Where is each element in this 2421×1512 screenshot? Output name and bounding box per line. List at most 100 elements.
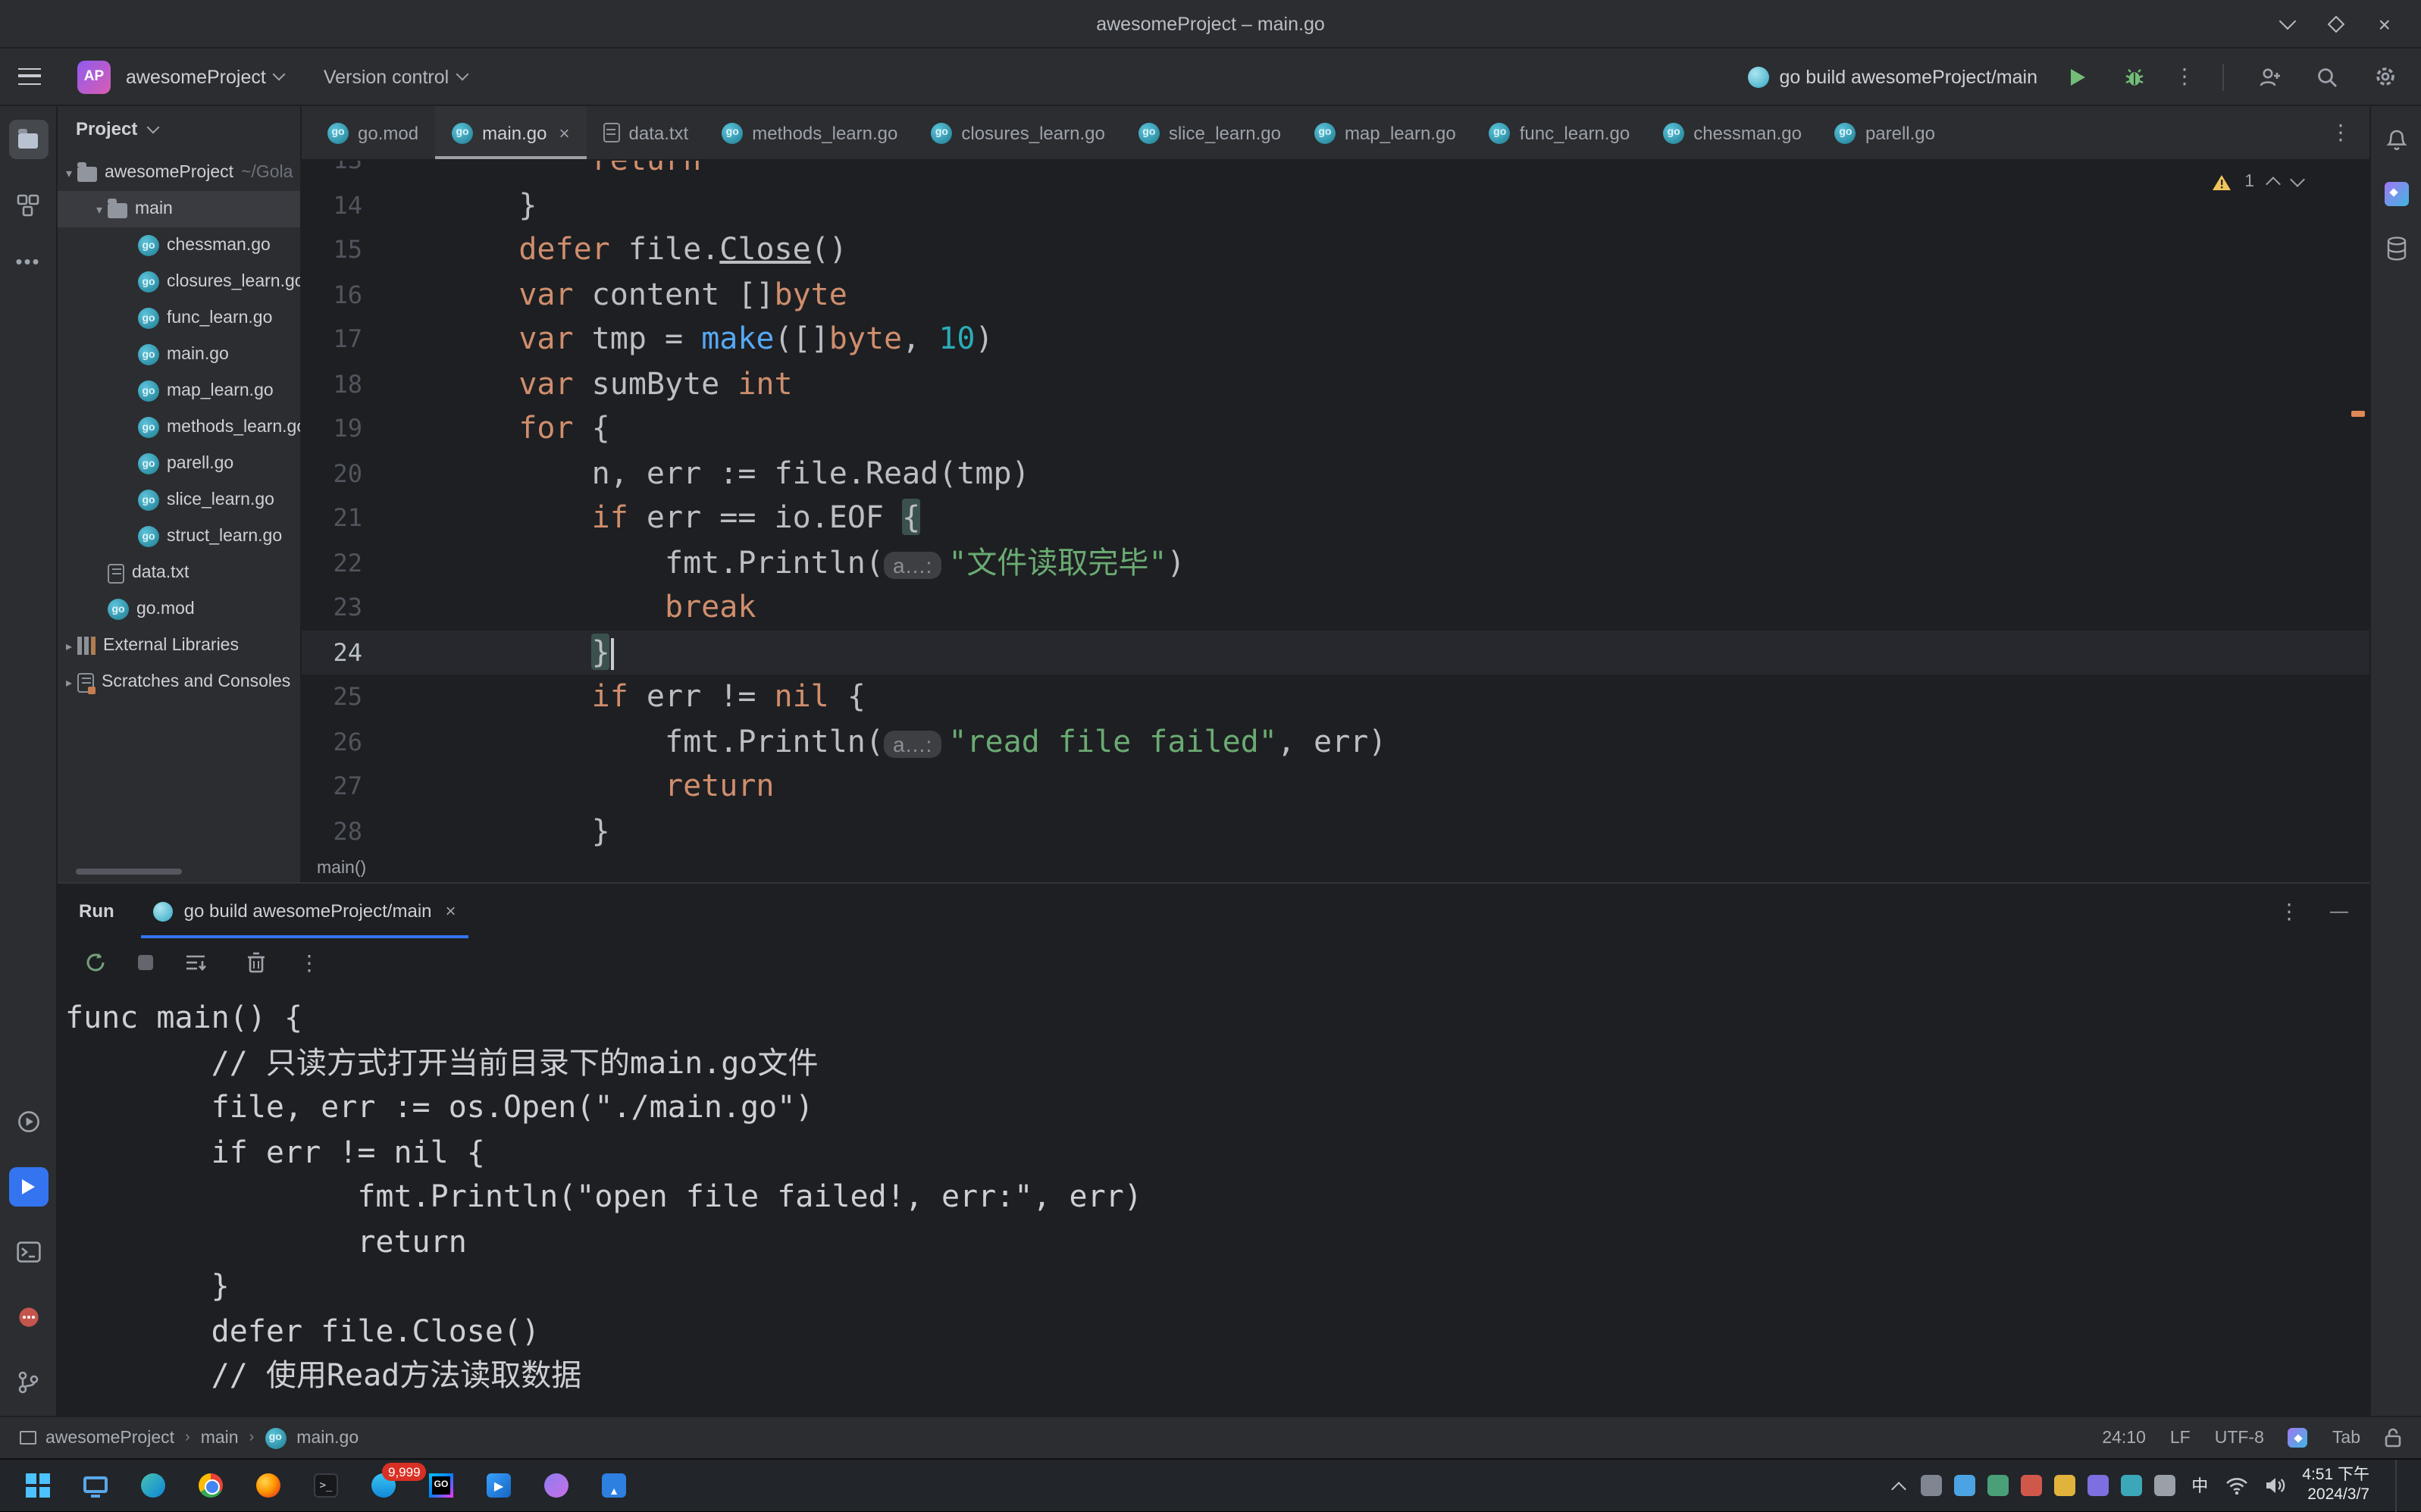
run-button[interactable] <box>2059 58 2095 95</box>
code-line[interactable]: 14 } <box>302 183 2369 227</box>
version-control-icon[interactable] <box>8 1363 48 1402</box>
tray-app-icon[interactable] <box>2120 1475 2142 1496</box>
code-line[interactable]: 18 var sumByte int <box>302 362 2369 406</box>
minimize-chevron-icon[interactable] <box>2278 11 2296 30</box>
tree-item[interactable]: go methods_learn.go <box>58 409 300 446</box>
close-icon[interactable]: × <box>2379 13 2391 34</box>
tray-app-icon[interactable] <box>1953 1475 1975 1496</box>
menu-icon[interactable] <box>18 68 41 85</box>
tree-item[interactable]: ▸ External Libraries <box>58 628 300 664</box>
line-separator[interactable]: LF <box>2170 1429 2191 1447</box>
tray-app-icon[interactable] <box>2153 1475 2175 1496</box>
next-problem-icon[interactable] <box>2290 172 2305 187</box>
services-icon[interactable] <box>8 1102 48 1141</box>
more-icon[interactable]: ⋮ <box>299 950 320 975</box>
ai-assistant-icon[interactable] <box>2288 1428 2308 1448</box>
code-line[interactable]: 24 } <box>302 630 2369 675</box>
editor-tab[interactable]: go methods_learn.go <box>705 106 914 159</box>
show-desktop-button[interactable] <box>2395 1459 2400 1512</box>
tree-item[interactable]: go struct_learn.go <box>58 518 300 555</box>
code-line[interactable]: 13 return <box>302 161 2369 183</box>
lock-icon[interactable] <box>2385 1428 2401 1448</box>
tree-item[interactable]: data.txt <box>58 555 300 591</box>
add-user-icon[interactable] <box>2251 58 2288 95</box>
input-method-indicator[interactable]: 中 <box>2191 1473 2208 1498</box>
editor-tab[interactable]: go slice_learn.go <box>1122 106 1298 159</box>
run-tab[interactable]: go build awesomeProject/main × <box>141 884 469 938</box>
project-selector[interactable]: awesomeProject <box>126 66 287 87</box>
inspections-widget[interactable]: 1 <box>2211 172 2305 192</box>
taskbar-photos-icon[interactable]: ▲ <box>585 1461 643 1510</box>
taskbar-goland-icon[interactable] <box>412 1461 470 1510</box>
tree-item[interactable]: go closures_learn.go <box>58 264 300 300</box>
project-tool-window-button[interactable] <box>8 120 48 159</box>
chevron-right-icon[interactable]: ▸ <box>61 675 77 689</box>
tree-item[interactable]: go go.mod <box>58 591 300 628</box>
version-control-selector[interactable]: Version control <box>324 66 469 87</box>
project-panel-header[interactable]: Project <box>58 106 300 152</box>
taskbar-chrome-icon[interactable] <box>182 1461 240 1510</box>
volume-icon[interactable] <box>2264 1476 2285 1495</box>
taskbar-qq-icon[interactable] <box>528 1461 585 1510</box>
maximize-diamond-icon[interactable] <box>2327 14 2344 33</box>
scroll-to-end-icon[interactable] <box>177 944 214 981</box>
breadcrumb-segment[interactable]: awesomeProject <box>45 1429 174 1447</box>
close-run-tab-icon[interactable]: × <box>446 900 456 922</box>
close-tab-icon[interactable]: × <box>559 122 569 143</box>
minimize-icon[interactable]: — <box>2330 900 2348 922</box>
tree-item[interactable]: ▾ awesomeProject ~/Gola <box>58 155 300 191</box>
run-tool-window-icon[interactable] <box>8 1167 48 1207</box>
editor-tab[interactable]: go chessman.go <box>1646 106 1818 159</box>
chevron-down-icon[interactable]: ▾ <box>61 166 77 180</box>
terminal-icon[interactable] <box>8 1232 48 1272</box>
more-run-options-icon[interactable]: ⋮ <box>2174 64 2195 89</box>
file-encoding[interactable]: UTF-8 <box>2215 1429 2264 1447</box>
tree-item[interactable]: go slice_learn.go <box>58 482 300 518</box>
code-line[interactable]: 17 var tmp = make([]byte, 10) <box>302 317 2369 362</box>
taskbar-edge-icon[interactable] <box>124 1461 182 1510</box>
code-line[interactable]: 21 if err == io.EOF { <box>302 496 2369 540</box>
taskbar-clock[interactable]: 4:51 下午 2024/3/7 <box>2302 1466 2369 1505</box>
editor-tab[interactable]: data.txt <box>587 106 706 159</box>
tray-app-icon[interactable] <box>2053 1475 2075 1496</box>
clear-console-icon[interactable] <box>238 944 274 981</box>
tree-item[interactable]: ▾ main <box>58 191 300 227</box>
caret-position[interactable]: 24:10 <box>2102 1429 2146 1447</box>
code-line[interactable]: 25 if err != nil { <box>302 675 2369 719</box>
chevron-down-icon[interactable]: ▾ <box>91 202 108 216</box>
editor-tab[interactable]: go func_learn.go <box>1473 106 1646 159</box>
code-line[interactable]: 26 fmt.Println(a…: "read file failed", er… <box>302 719 2369 764</box>
taskbar-terminal-icon[interactable]: >_ <box>297 1461 355 1510</box>
error-stripe-mark[interactable] <box>2351 411 2365 417</box>
more-icon[interactable]: ⋮ <box>2278 898 2300 924</box>
taskbar-this-pc-icon[interactable] <box>67 1461 124 1510</box>
debug-button[interactable] <box>2116 58 2153 95</box>
editor-tab[interactable]: go main.go × <box>435 106 587 159</box>
tray-app-icon[interactable] <box>1920 1475 1942 1496</box>
tree-item[interactable]: go main.go <box>58 337 300 373</box>
stop-icon[interactable] <box>138 955 153 970</box>
editor-tab[interactable]: go closures_learn.go <box>914 106 1121 159</box>
rerun-icon[interactable] <box>77 944 114 981</box>
tray-app-icon[interactable] <box>2020 1475 2042 1496</box>
notifications-bell-icon[interactable] <box>2376 120 2416 159</box>
tray-app-icon[interactable] <box>2087 1475 2109 1496</box>
breadcrumb-segment[interactable]: main.go <box>296 1429 359 1447</box>
database-icon[interactable] <box>2376 229 2416 268</box>
run-console-output[interactable]: func main() { // 只读方式打开当前目录下的main.go文件 f… <box>58 987 2369 1416</box>
project-avatar[interactable]: AP <box>77 60 111 93</box>
tray-app-icon[interactable] <box>1987 1475 2009 1496</box>
code-line[interactable]: 20 n, err := file.Read(tmp) <box>302 451 2369 496</box>
code-line[interactable]: 23 break <box>302 585 2369 630</box>
code-editor[interactable]: 13 return14 }15 defer file.Close()16 var… <box>302 161 2369 853</box>
tree-item[interactable]: go chessman.go <box>58 227 300 264</box>
chevron-right-icon[interactable]: ▸ <box>61 639 77 653</box>
structure-icon[interactable] <box>8 185 48 224</box>
code-line[interactable]: 22 fmt.Println(a…: "文件读取完毕") <box>302 540 2369 585</box>
tab-options-icon[interactable]: ⋮ <box>2312 106 2369 159</box>
code-line[interactable]: 28 } <box>302 809 2369 853</box>
editor-tab[interactable]: go parell.go <box>1818 106 1952 159</box>
indent-style[interactable]: Tab <box>2332 1429 2360 1447</box>
more-tool-windows-icon[interactable]: ••• <box>15 250 40 273</box>
tree-item[interactable]: go func_learn.go <box>58 300 300 337</box>
